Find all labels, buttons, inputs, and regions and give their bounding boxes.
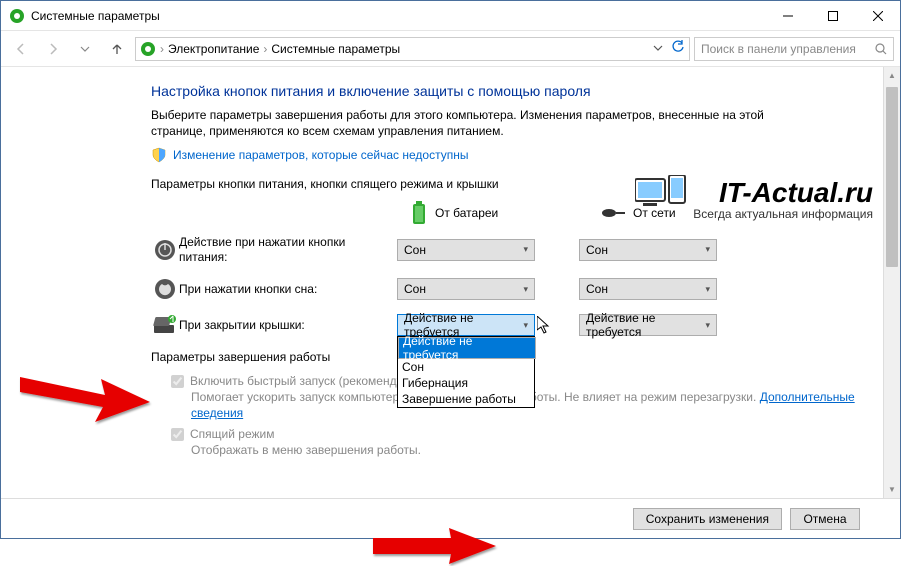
sleep-mode-checkbox	[171, 428, 184, 441]
fast-startup-label: Включить быстрый запуск (рекомендуется)	[190, 374, 431, 388]
back-button[interactable]	[7, 35, 35, 63]
chevron-down-icon: ▾	[523, 284, 528, 295]
save-button[interactable]: Сохранить изменения	[633, 508, 782, 530]
chevron-down-icon: ▾	[523, 244, 528, 255]
lid-label: При закрытии крышки:	[179, 318, 397, 332]
watermark-sub: Всегда актуальная информация	[693, 207, 873, 221]
scrollbar-thumb[interactable]	[886, 87, 898, 267]
search-icon	[875, 43, 887, 55]
chevron-right-icon: ›	[263, 42, 267, 56]
address-bar[interactable]: › Электропитание › Системные параметры	[135, 37, 690, 61]
chevron-down-icon: ▾	[705, 244, 710, 255]
battery-icon	[411, 201, 427, 225]
minimize-button[interactable]	[765, 1, 810, 30]
breadcrumb-2[interactable]: Системные параметры	[271, 42, 400, 56]
shield-icon	[151, 147, 167, 163]
sleep-button-icon	[154, 278, 176, 300]
window-title: Системные параметры	[31, 9, 765, 23]
up-button[interactable]	[103, 35, 131, 63]
scroll-down-button[interactable]: ▼	[884, 481, 900, 498]
dropdown-option[interactable]: Завершение работы	[398, 391, 534, 407]
scroll-up-button[interactable]: ▲	[884, 67, 900, 84]
power-button-icon	[154, 239, 176, 261]
watermark-text: IT-Actual.ru	[693, 177, 873, 209]
power-icon	[140, 41, 156, 57]
dropdown-option[interactable]: Гибернация	[398, 375, 534, 391]
lid-battery-select[interactable]: Действие не требуется▾	[397, 314, 535, 336]
col-battery-label: От батареи	[435, 206, 498, 220]
breadcrumb-1[interactable]: Электропитание	[168, 42, 259, 56]
footer: Сохранить изменения Отмена	[1, 498, 900, 538]
main-content: Настройка кнопок питания и включение защ…	[1, 67, 883, 498]
nav-bar: › Электропитание › Системные параметры	[1, 31, 900, 67]
page-description: Выберите параметры завершения работы для…	[151, 107, 791, 139]
page-title: Настройка кнопок питания и включение защ…	[151, 83, 863, 99]
sleep-mode-help: Отображать в меню завершения работы.	[191, 443, 863, 459]
sleep-battery-select[interactable]: Сон▾	[397, 278, 535, 300]
search-box[interactable]	[694, 37, 894, 61]
close-button[interactable]	[855, 1, 900, 30]
vertical-scrollbar[interactable]: ▲ ▼	[883, 67, 900, 498]
watermark-icon	[635, 175, 689, 215]
cursor-icon	[537, 316, 553, 336]
forward-button[interactable]	[39, 35, 67, 63]
sleep-ac-select[interactable]: Сон▾	[579, 278, 717, 300]
history-dropdown[interactable]	[71, 35, 99, 63]
chevron-down-icon: ▾	[705, 284, 710, 295]
lid-battery-dropdown[interactable]: Действие не требуется Сон Гибернация Зав…	[397, 336, 535, 408]
address-dropdown[interactable]	[653, 42, 663, 56]
power-battery-select[interactable]: Сон▾	[397, 239, 535, 261]
cancel-button[interactable]: Отмена	[790, 508, 860, 530]
app-icon	[9, 8, 25, 24]
chevron-right-icon: ›	[160, 42, 164, 56]
chevron-down-icon: ▾	[705, 320, 710, 331]
red-arrow-annotation	[371, 526, 501, 566]
search-input[interactable]	[701, 42, 875, 56]
watermark: IT-Actual.ru Всегда актуальная информаци…	[693, 177, 873, 221]
sleep-mode-label: Спящий режим	[190, 427, 274, 441]
sleep-button-label: При нажатии кнопки сна:	[179, 282, 397, 296]
maximize-button[interactable]	[810, 1, 855, 30]
plug-icon	[601, 205, 625, 221]
power-ac-select[interactable]: Сон▾	[579, 239, 717, 261]
lid-ac-select[interactable]: Действие не требуется▾	[579, 314, 717, 336]
dropdown-option[interactable]: Действие не требуется	[398, 337, 536, 359]
titlebar: Системные параметры	[1, 1, 900, 31]
power-button-label: Действие при нажатии кнопки питания:	[179, 235, 397, 264]
change-unavailable-link[interactable]: Изменение параметров, которые сейчас нед…	[173, 148, 469, 162]
red-arrow-annotation	[15, 367, 155, 427]
chevron-down-icon: ▾	[523, 320, 528, 331]
lid-icon	[152, 315, 178, 335]
refresh-button[interactable]	[671, 40, 685, 57]
fast-startup-checkbox	[171, 375, 184, 388]
